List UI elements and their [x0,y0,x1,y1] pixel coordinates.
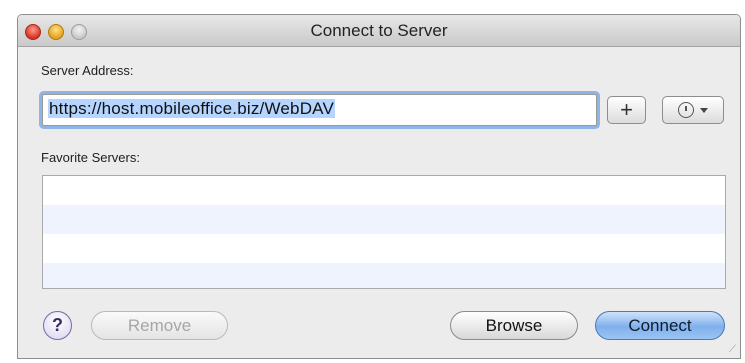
favorite-servers-list[interactable] [42,175,726,289]
help-button[interactable]: ? [43,311,72,340]
resize-grip-icon[interactable]: ⟋ [729,344,736,355]
list-item[interactable] [43,234,725,263]
chevron-down-icon [700,107,708,113]
window-title: Connect to Server [310,21,448,40]
list-item[interactable] [43,205,725,234]
connect-to-server-window: Connect to Server Server Address: https:… [17,14,741,359]
server-address-input[interactable]: https://host.mobileoffice.biz/WebDAV [42,94,597,126]
clock-icon [678,102,694,118]
browse-button[interactable]: Browse [450,311,578,340]
server-address-label: Server Address: [41,63,134,78]
add-favorite-button[interactable]: + [607,96,646,124]
connect-button[interactable]: Connect [595,311,725,340]
plus-icon: + [620,97,633,122]
server-address-value: https://host.mobileoffice.biz/WebDAV [48,99,336,118]
list-item[interactable] [43,176,725,205]
list-item[interactable] [43,263,725,288]
favorite-servers-label: Favorite Servers: [41,150,140,165]
title-bar: Connect to Server [18,15,740,47]
recent-servers-button[interactable] [662,96,724,124]
remove-button[interactable]: Remove [91,311,228,340]
